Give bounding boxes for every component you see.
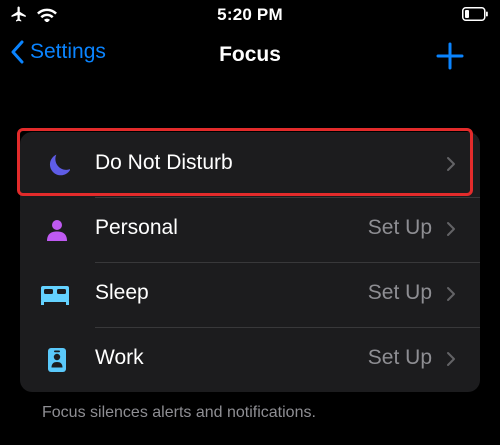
status-time: 5:20 PM	[217, 5, 283, 24]
focus-mode-label: Work	[95, 346, 144, 369]
moon-icon	[42, 150, 72, 180]
chevron-right-icon	[447, 287, 455, 301]
chevron-right-icon	[447, 157, 455, 171]
chevron-right-icon	[447, 352, 455, 366]
plus-icon[interactable]	[436, 42, 464, 70]
person-icon	[42, 215, 72, 245]
focus-mode-status: Set Up	[367, 216, 432, 239]
id-badge-icon	[42, 345, 72, 375]
focus-mode-status: Set Up	[367, 281, 432, 304]
bed-icon	[40, 280, 70, 310]
status-bar: 5:20 PM	[0, 0, 500, 30]
page-title: Focus	[219, 43, 281, 66]
focus-mode-work[interactable]: Work Set Up	[20, 327, 480, 392]
battery-icon	[462, 7, 488, 21]
footer-note: Focus silences alerts and notifications.	[42, 404, 316, 421]
focus-mode-do-not-disturb[interactable]: Do Not Disturb	[20, 132, 480, 197]
focus-mode-personal[interactable]: Personal Set Up	[20, 197, 480, 262]
navigation-bar: Settings Focus	[0, 36, 500, 76]
chevron-right-icon	[447, 222, 455, 236]
focus-mode-sleep[interactable]: Sleep Set Up	[20, 262, 480, 327]
focus-mode-label: Personal	[95, 216, 178, 239]
focus-mode-list: Do Not Disturb Personal Set Up Sleep Set…	[20, 132, 480, 392]
focus-mode-label: Do Not Disturb	[95, 151, 233, 174]
focus-mode-label: Sleep	[95, 281, 149, 304]
focus-mode-status: Set Up	[367, 346, 432, 369]
